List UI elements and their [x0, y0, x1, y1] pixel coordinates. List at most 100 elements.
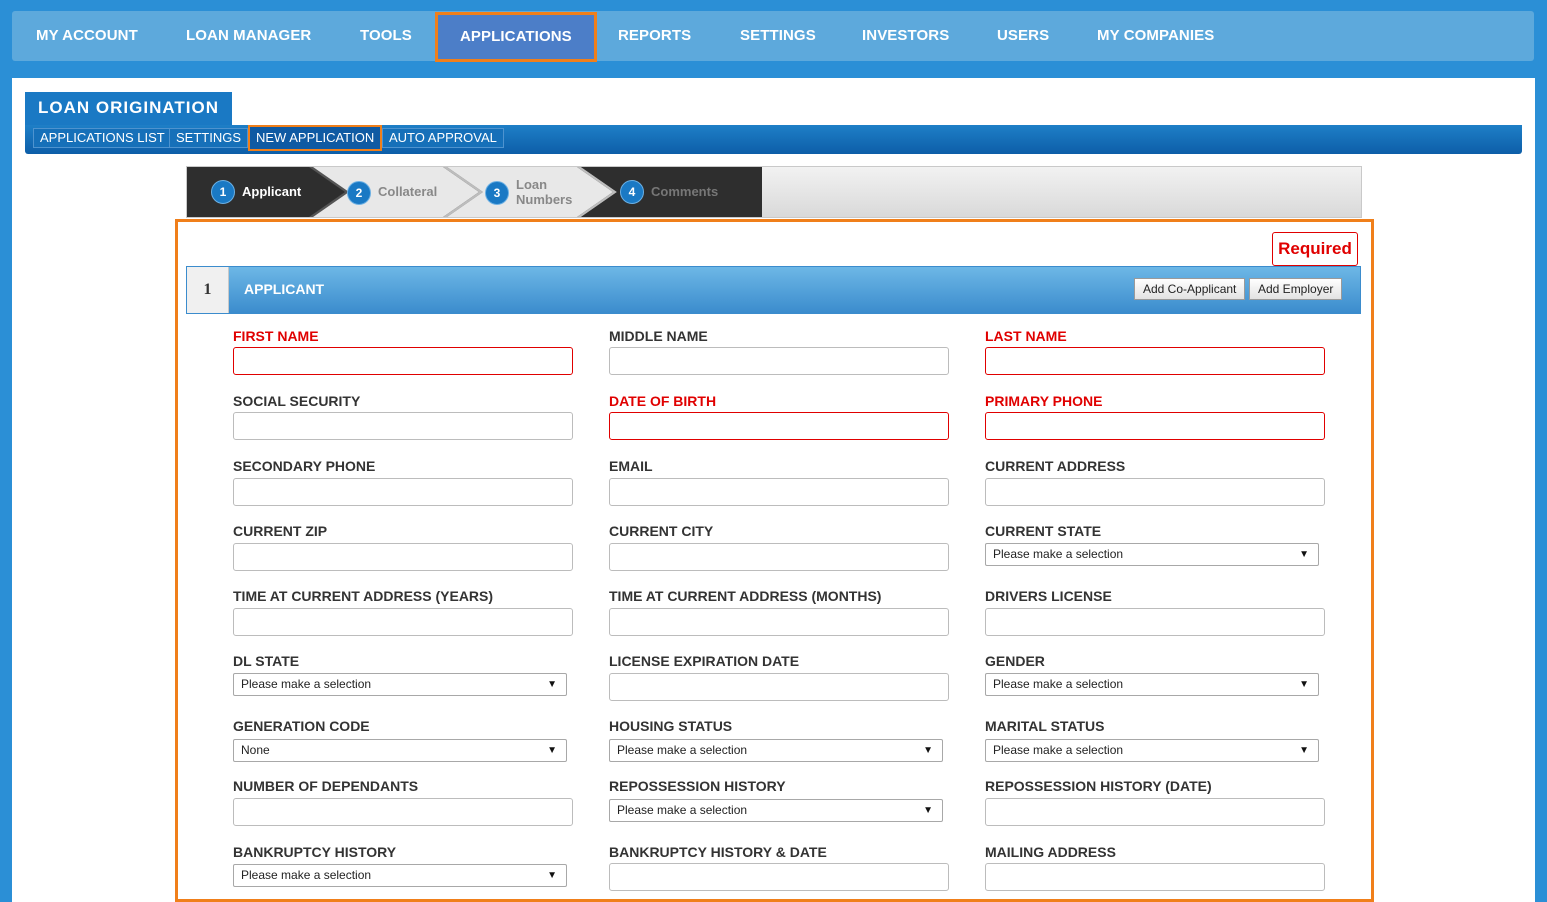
current-address-label: CURRENT ADDRESS [985, 458, 1126, 474]
nav-loan-manager[interactable]: LOAN MANAGER [186, 11, 311, 61]
last-name-label: LAST NAME [985, 328, 1067, 344]
bankruptcy-history-label: BANKRUPTCY HISTORY [233, 844, 397, 860]
dl-state-select[interactable]: Please make a selection ▼ [233, 673, 567, 696]
repossession-history-value: Please make a selection [617, 803, 748, 817]
current-city-input[interactable] [609, 543, 949, 571]
step-3-label[interactable]: Loan Numbers [516, 177, 572, 207]
nav-settings[interactable]: SETTINGS [740, 11, 816, 61]
nav-users[interactable]: USERS [997, 11, 1049, 61]
dropdown-arrow-icon: ▼ [923, 805, 933, 816]
subnav-new-application[interactable]: NEW APPLICATION [248, 125, 383, 151]
dropdown-arrow-icon: ▼ [1299, 679, 1309, 690]
current-city-label: CURRENT CITY [609, 523, 714, 539]
subnav-auto-approval[interactable]: AUTO APPROVAL [382, 128, 504, 148]
mailing-address-input[interactable] [985, 863, 1325, 891]
middle-name-label: MIDDLE NAME [609, 328, 708, 344]
first-name-label: FIRST NAME [233, 328, 319, 344]
bankruptcy-history-value: Please make a selection [241, 868, 372, 882]
dependants-input[interactable] [233, 798, 573, 826]
first-name-input[interactable] [233, 347, 573, 375]
add-co-applicant-button[interactable]: Add Co-Applicant [1134, 278, 1246, 300]
top-navigation: MY ACCOUNT LOAN MANAGER TOOLS APPLICATIO… [12, 11, 1534, 62]
dropdown-arrow-icon: ▼ [1299, 549, 1309, 560]
applicant-section-header: 1 APPLICANT Add Co-Applicant Add Employe… [186, 266, 1361, 314]
nav-reports[interactable]: REPORTS [618, 11, 691, 61]
secondary-phone-input[interactable] [233, 478, 573, 506]
nav-my-companies[interactable]: MY COMPANIES [1097, 11, 1214, 61]
repossession-history-select[interactable]: Please make a selection ▼ [609, 799, 943, 822]
bankruptcy-date-label: BANKRUPTCY HISTORY & DATE [609, 844, 827, 860]
last-name-input[interactable] [985, 347, 1325, 375]
current-address-input[interactable] [985, 478, 1325, 506]
step-4-number[interactable]: 4 [620, 180, 644, 204]
dropdown-arrow-icon: ▼ [923, 745, 933, 756]
generation-code-label: GENERATION CODE [233, 718, 370, 734]
repossession-date-label: REPOSSESSION HISTORY (DATE) [985, 778, 1212, 794]
email-label: EMAIL [609, 458, 653, 474]
nav-my-account[interactable]: MY ACCOUNT [36, 11, 138, 61]
step-1-number[interactable]: 1 [211, 180, 235, 204]
social-security-label: SOCIAL SECURITY [233, 393, 361, 409]
applicant-form: Required 1 APPLICANT Add Co-Applicant Ad… [175, 219, 1374, 902]
subnav-settings[interactable]: SETTINGS [169, 128, 249, 148]
step-1-label[interactable]: Applicant [242, 184, 301, 199]
repossession-date-input[interactable] [985, 798, 1325, 826]
housing-status-label: HOUSING STATUS [609, 718, 733, 734]
step-2-label[interactable]: Collateral [378, 184, 437, 199]
social-security-input[interactable] [233, 412, 573, 440]
primary-phone-input[interactable] [985, 412, 1325, 440]
mailing-address-label: MAILING ADDRESS [985, 844, 1116, 860]
current-zip-input[interactable] [233, 543, 573, 571]
nav-tools[interactable]: TOOLS [360, 11, 412, 61]
dropdown-arrow-icon: ▼ [547, 679, 557, 690]
dropdown-arrow-icon: ▼ [547, 745, 557, 756]
dependants-label: NUMBER OF DEPENDANTS [233, 778, 419, 794]
generation-code-value: None [241, 743, 270, 757]
gender-select[interactable]: Please make a selection ▼ [985, 673, 1319, 696]
nav-applications[interactable]: APPLICATIONS [435, 12, 597, 62]
dropdown-arrow-icon: ▼ [547, 870, 557, 881]
date-of-birth-input[interactable] [609, 412, 949, 440]
time-years-input[interactable] [233, 608, 573, 636]
step-3-label-line2: Numbers [516, 192, 573, 207]
marital-status-value: Please make a selection [993, 743, 1124, 757]
license-expiration-label: LICENSE EXPIRATION DATE [609, 653, 800, 669]
time-months-input[interactable] [609, 608, 949, 636]
license-expiration-input[interactable] [609, 673, 949, 701]
dropdown-arrow-icon: ▼ [1299, 745, 1309, 756]
step-2-number[interactable]: 2 [347, 181, 371, 205]
time-months-label: TIME AT CURRENT ADDRESS (MONTHS) [609, 588, 882, 604]
marital-status-select[interactable]: Please make a selection ▼ [985, 739, 1319, 762]
current-state-select[interactable]: Please make a selection ▼ [985, 543, 1319, 566]
current-state-value: Please make a selection [993, 547, 1124, 561]
current-state-label: CURRENT STATE [985, 523, 1102, 539]
secondary-phone-label: SECONDARY PHONE [233, 458, 376, 474]
middle-name-input[interactable] [609, 347, 949, 375]
current-zip-label: CURRENT ZIP [233, 523, 328, 539]
housing-status-select[interactable]: Please make a selection ▼ [609, 739, 943, 762]
section-title: LOAN ORIGINATION [25, 92, 232, 126]
drivers-license-input[interactable] [985, 608, 1325, 636]
gender-label: GENDER [985, 653, 1045, 669]
email-input[interactable] [609, 478, 949, 506]
repossession-history-label: REPOSSESSION HISTORY [609, 778, 786, 794]
step-3-number[interactable]: 3 [485, 181, 509, 205]
primary-phone-label: PRIMARY PHONE [985, 393, 1103, 409]
section-title-applicant: APPLICANT [244, 281, 325, 297]
sub-navigation: APPLICATIONS LIST SETTINGS NEW APPLICATI… [25, 125, 1522, 154]
content-panel: LOAN ORIGINATION APPLICATIONS LIST SETTI… [12, 78, 1535, 902]
drivers-license-label: DRIVERS LICENSE [985, 588, 1112, 604]
step-3-label-line1: Loan [516, 177, 548, 192]
subnav-applications-list[interactable]: APPLICATIONS LIST [33, 128, 172, 148]
time-years-label: TIME AT CURRENT ADDRESS (YEARS) [233, 588, 494, 604]
nav-investors[interactable]: INVESTORS [862, 11, 949, 61]
add-employer-button[interactable]: Add Employer [1249, 278, 1343, 300]
bankruptcy-history-select[interactable]: Please make a selection ▼ [233, 864, 567, 887]
housing-status-value: Please make a selection [617, 743, 748, 757]
dl-state-value: Please make a selection [241, 677, 372, 691]
wizard-steps: 1 Applicant 2 Collateral 3 Loan Numbers … [186, 166, 1362, 218]
gender-value: Please make a selection [993, 677, 1124, 691]
generation-code-select[interactable]: None ▼ [233, 739, 567, 762]
bankruptcy-date-input[interactable] [609, 863, 949, 891]
step-4-label[interactable]: Comments [651, 184, 718, 199]
